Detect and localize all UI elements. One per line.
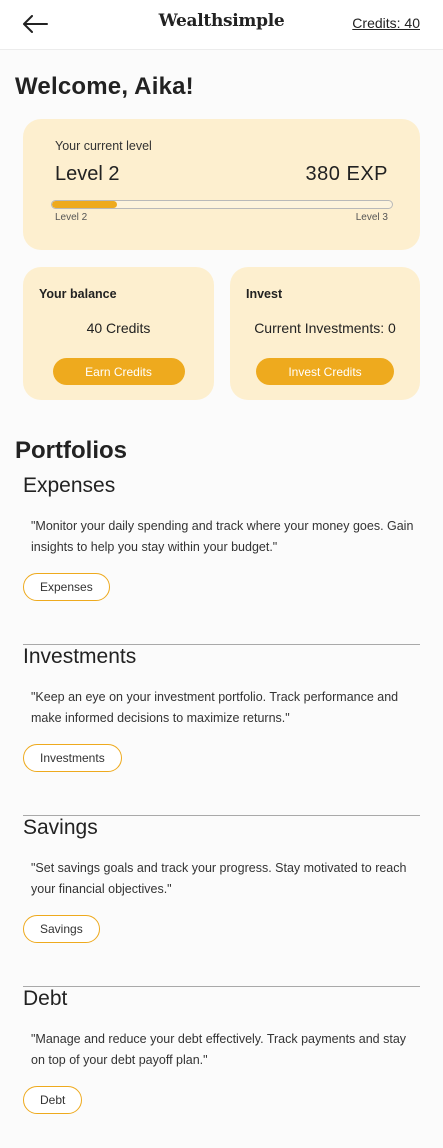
portfolio-name: Savings bbox=[23, 816, 98, 839]
level-caption: Your current level bbox=[55, 139, 152, 153]
portfolio-savings: Savings "Set savings goals and track you… bbox=[23, 816, 420, 987]
balance-card: Your balance 40 Credits Earn Credits bbox=[23, 267, 214, 400]
level-exp: 380 EXP bbox=[305, 163, 388, 185]
portfolio-investments: Investments "Keep an eye on your investm… bbox=[23, 645, 420, 816]
balance-value: 40 Credits bbox=[86, 320, 151, 336]
portfolio-description: "Monitor your daily spending and track w… bbox=[31, 519, 414, 554]
portfolio-debt: Debt "Manage and reduce your debt effect… bbox=[23, 987, 420, 1148]
portfolio-tag-button[interactable]: Debt bbox=[23, 1086, 83, 1114]
portfolio-tag-button[interactable]: Investments bbox=[23, 744, 122, 772]
current-investments-value: Current Investments: 0 bbox=[254, 320, 396, 336]
portfolio-description: "Manage and reduce your debt effectively… bbox=[31, 1032, 407, 1067]
level-progress-fill bbox=[52, 201, 117, 208]
portfolio-expenses: Expenses "Monitor your daily spending an… bbox=[23, 474, 420, 645]
portfolio-name: Debt bbox=[23, 987, 68, 1010]
portfolio-name: Investments bbox=[23, 645, 137, 668]
welcome-heading: Welcome, Aika! bbox=[15, 73, 194, 100]
level-name: Level 2 bbox=[55, 163, 120, 185]
level-progress-bar bbox=[51, 200, 393, 209]
invest-credits-button[interactable]: Invest Credits bbox=[256, 358, 394, 385]
portfolio-name: Expenses bbox=[23, 474, 116, 497]
invest-card: Invest Current Investments: 0 Invest Cre… bbox=[230, 267, 420, 400]
level-card: Your current level Level 2 380 EXP Level… bbox=[23, 119, 420, 250]
portfolios-heading: Portfolios bbox=[15, 437, 127, 464]
portfolio-tag-button[interactable]: Expenses bbox=[23, 573, 110, 601]
portfolio-tag-button[interactable]: Savings bbox=[23, 915, 100, 943]
invest-title: Invest bbox=[246, 287, 283, 301]
top-bar: Wealthsimple Credits: 40 bbox=[0, 0, 443, 50]
balance-title: Your balance bbox=[39, 287, 117, 301]
portfolio-description: "Keep an eye on your investment portfoli… bbox=[31, 690, 399, 725]
earn-credits-button[interactable]: Earn Credits bbox=[52, 358, 185, 385]
progress-end-label: Level 3 bbox=[355, 212, 388, 223]
portfolio-description: "Set savings goals and track your progre… bbox=[31, 861, 407, 896]
progress-start-label: Level 2 bbox=[55, 212, 88, 223]
credits-link[interactable]: Credits: 40 bbox=[352, 15, 420, 31]
